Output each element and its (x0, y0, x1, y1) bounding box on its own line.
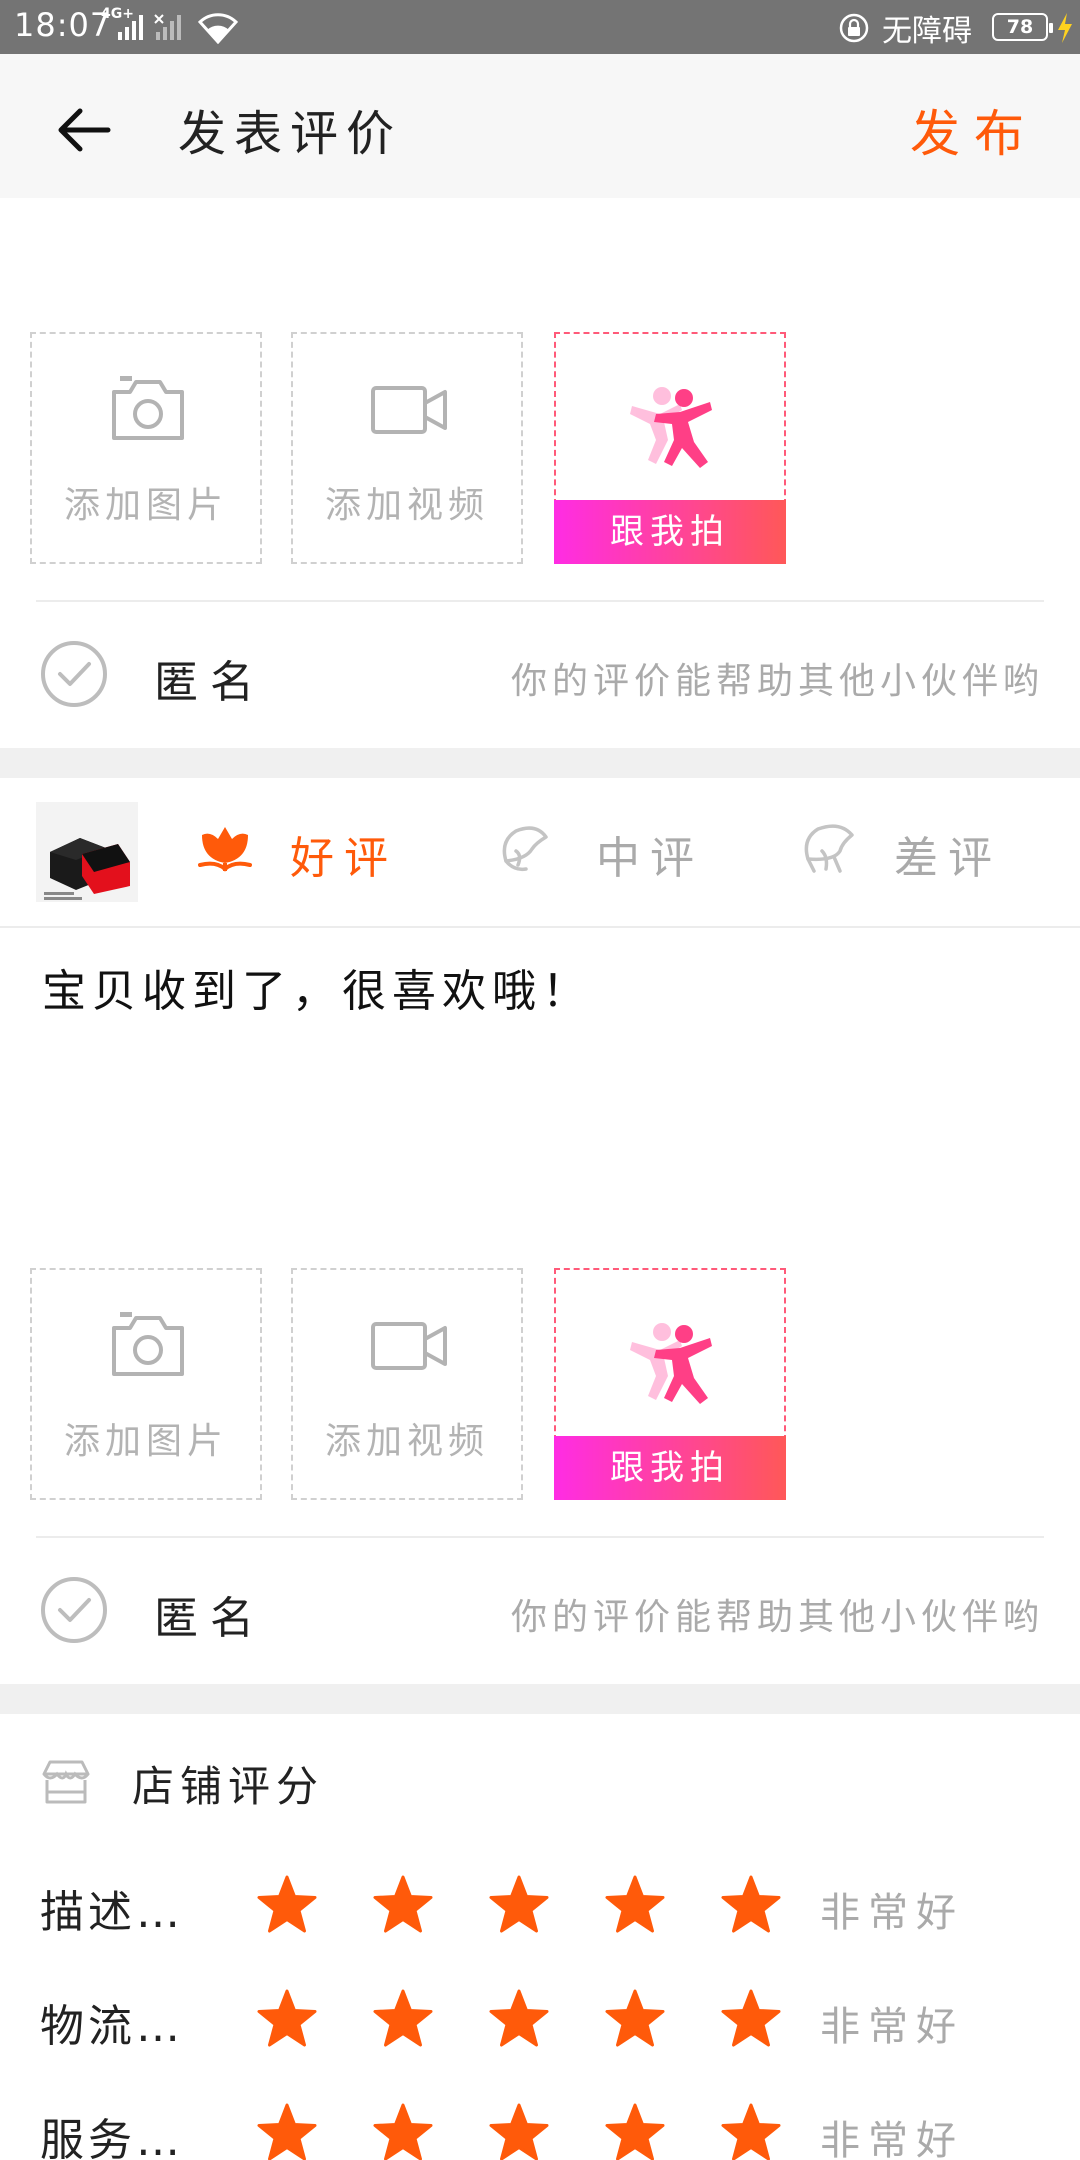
anonymous-checkbox-icon[interactable] (40, 1576, 108, 1644)
bad-rating-label[interactable]: 差评 (894, 822, 1002, 886)
star-icon[interactable] (256, 1874, 318, 1936)
rating-word-label: 非常好 (820, 2004, 964, 2050)
divider (36, 600, 1044, 602)
add-video-label: 添加视频 (324, 485, 489, 526)
add-photo-button[interactable]: 添加图片 (30, 1268, 262, 1500)
add-video-button[interactable]: 添加视频 (291, 332, 523, 564)
publish-button[interactable]: 发布 (910, 94, 1038, 166)
camera-icon (112, 1312, 184, 1376)
bad-rating-icon[interactable] (800, 821, 858, 879)
video-camera-icon (371, 1322, 447, 1370)
dancer-icon (630, 1323, 712, 1404)
star-icon[interactable] (720, 2102, 782, 2160)
star-icon[interactable] (256, 1988, 318, 2050)
star-icon[interactable] (488, 1988, 550, 2050)
camera-icon (112, 376, 184, 440)
neutral-rating-icon[interactable] (496, 821, 554, 879)
star-icon[interactable] (604, 1874, 666, 1936)
lock-rotation-icon (839, 13, 869, 43)
follow-shoot-button[interactable]: 跟我拍 (554, 1268, 786, 1500)
rating-category-label: 服务… (40, 2115, 184, 2160)
product-thumbnail (36, 802, 138, 902)
arrow-left-icon[interactable] (52, 98, 116, 162)
star-icon[interactable] (720, 1874, 782, 1936)
signal-off-icon (154, 14, 181, 40)
rating-word-label: 非常好 (820, 1890, 964, 1936)
charging-icon (1058, 13, 1072, 43)
battery-icon: 78 (992, 13, 1053, 41)
page-title: 发表评价 (178, 106, 403, 162)
star-icon[interactable] (604, 2102, 666, 2160)
wifi-icon (198, 13, 238, 44)
status-bar: 18:07 4G+ 无障碍 78 (0, 0, 1080, 54)
section-gap (0, 748, 1080, 778)
add-video-button[interactable]: 添加视频 (291, 1268, 523, 1500)
rating-word-label: 非常好 (820, 2118, 964, 2160)
video-camera-icon (371, 386, 447, 434)
product-image-icon (36, 802, 138, 902)
anonymous-label: 匿名 (154, 1593, 266, 1644)
accessibility-label: 无障碍 (882, 14, 972, 49)
star-icon[interactable] (256, 2102, 318, 2160)
add-photo-label: 添加图片 (63, 485, 228, 526)
battery-level: 78 (1006, 16, 1034, 38)
section-gap (0, 1684, 1080, 1714)
follow-shoot-label: 跟我拍 (554, 500, 786, 564)
anonymous-checkbox-icon[interactable] (40, 640, 108, 708)
rating-category-label: 描述… (40, 1887, 184, 1938)
store-rating-title: 店铺评分 (132, 1762, 325, 1811)
star-icon[interactable] (720, 1988, 782, 2050)
review-text-input[interactable]: 宝贝收到了，很喜欢哦！ (42, 955, 592, 1019)
divider (36, 1536, 1044, 1538)
status-time: 18:07 (14, 6, 112, 44)
anonymous-hint: 你的评价能帮助其他小伙伴哟 (510, 1597, 1044, 1638)
star-icon[interactable] (604, 1988, 666, 2050)
store-icon (42, 1760, 90, 1804)
anonymous-hint: 你的评价能帮助其他小伙伴哟 (510, 661, 1044, 702)
add-photo-label: 添加图片 (63, 1421, 228, 1462)
follow-shoot-label: 跟我拍 (554, 1436, 786, 1500)
divider (0, 926, 1080, 928)
anonymous-label: 匿名 (154, 657, 266, 708)
good-rating-label[interactable]: 好评 (290, 822, 398, 886)
signal-icon (118, 15, 143, 40)
star-icon[interactable] (488, 1874, 550, 1936)
star-icon[interactable] (372, 2102, 434, 2160)
good-rating-icon[interactable] (196, 821, 254, 879)
star-icon[interactable] (372, 1874, 434, 1936)
follow-shoot-button[interactable]: 跟我拍 (554, 332, 786, 564)
star-icon[interactable] (488, 2102, 550, 2160)
title-bar: 发表评价 发布 (0, 54, 1080, 198)
neutral-rating-label[interactable]: 中评 (596, 822, 704, 886)
add-photo-button[interactable]: 添加图片 (30, 332, 262, 564)
star-icon[interactable] (372, 1988, 434, 2050)
rating-category-label: 物流… (40, 2001, 184, 2052)
add-video-label: 添加视频 (324, 1421, 489, 1462)
dancer-icon (630, 387, 712, 468)
